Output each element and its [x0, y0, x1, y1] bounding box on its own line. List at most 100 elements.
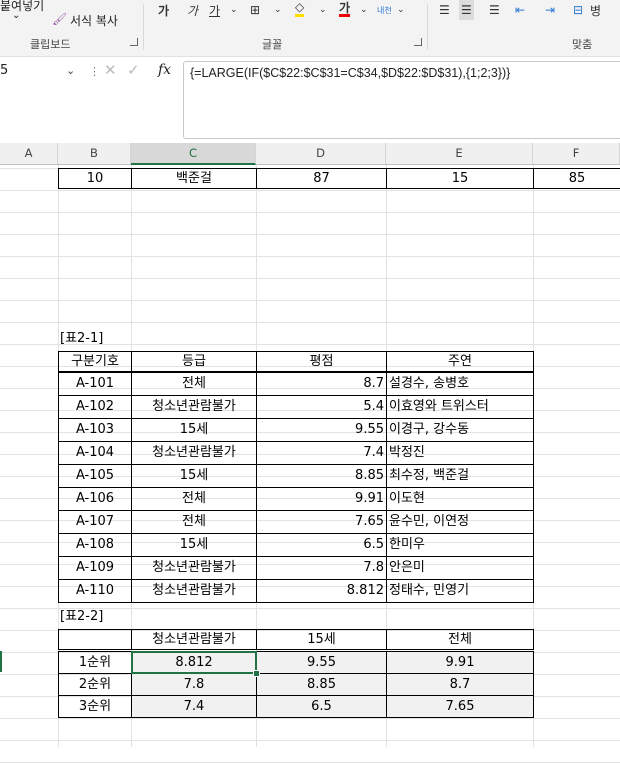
column-header-b[interactable]: B	[58, 143, 131, 164]
table2-cell-all[interactable]: 8.7	[386, 673, 534, 696]
table1-cell-cast[interactable]: 이도현	[386, 487, 534, 511]
table1-cell-cast[interactable]: 윤수민, 이연정	[386, 510, 534, 534]
paste-button[interactable]: 붙여넣기	[0, 0, 44, 14]
clipboard-launcher-icon[interactable]	[130, 38, 138, 46]
table2-cell-all[interactable]: 7.65	[386, 695, 534, 718]
font-color-dropdown-icon[interactable]: ⌄	[360, 0, 368, 20]
table1-cell-code[interactable]: A-107	[58, 510, 132, 534]
cell-f-top[interactable]: 85	[533, 168, 620, 189]
table1-cell-grade[interactable]: 청소년관람불가	[131, 441, 257, 465]
table2-header-all[interactable]: 전체	[386, 629, 534, 650]
table2-cell-rank[interactable]: 3순위	[58, 695, 132, 718]
table1-cell-code[interactable]: A-105	[58, 464, 132, 488]
align-left-icon[interactable]: ☰	[439, 0, 450, 20]
table2-cell-adult[interactable]: 7.4	[131, 695, 257, 718]
table1-cell-code[interactable]: A-106	[58, 487, 132, 511]
enter-icon[interactable]: ✓	[127, 61, 140, 79]
table1-cell-grade[interactable]: 15세	[131, 464, 257, 488]
phonetic-button[interactable]: 내천	[377, 0, 392, 20]
font-launcher-icon[interactable]	[414, 38, 422, 46]
table2-cell-all[interactable]: 9.91	[386, 651, 534, 674]
increase-indent-icon[interactable]: ⇥	[545, 0, 555, 20]
table1-cell-rating[interactable]: 8.812	[256, 579, 387, 603]
table1-cell-rating[interactable]: 5.4	[256, 395, 387, 419]
table1-cell-rating[interactable]: 7.65	[256, 510, 387, 534]
table1-cell-code[interactable]: A-102	[58, 395, 132, 419]
table1-cell-rating[interactable]: 8.7	[256, 372, 387, 396]
table1-cell-cast[interactable]: 설경수, 송병호	[386, 372, 534, 396]
more-options-icon[interactable]: ⋮	[89, 65, 100, 78]
table1-cell-cast[interactable]: 이경구, 강수동	[386, 418, 534, 442]
column-header-c[interactable]: C	[131, 143, 256, 165]
cancel-icon[interactable]: ✕	[104, 61, 117, 79]
border-icon[interactable]: ⊞	[250, 0, 260, 20]
table1-cell-rating[interactable]: 7.4	[256, 441, 387, 465]
table1-cell-code[interactable]: A-110	[58, 579, 132, 603]
table2-cell-adult[interactable]: 7.8	[131, 673, 257, 696]
merge-center-button[interactable]: 병	[590, 0, 601, 20]
bold-button[interactable]: 가	[158, 0, 169, 20]
table2-cell-adult[interactable]: 8.812	[131, 651, 257, 674]
table1-cell-rating[interactable]: 9.91	[256, 487, 387, 511]
column-header-f[interactable]: F	[533, 143, 620, 164]
table1-cell-cast[interactable]: 박정진	[386, 441, 534, 465]
table1-cell-grade[interactable]: 15세	[131, 533, 257, 557]
table2-header-blank[interactable]	[58, 629, 132, 650]
table1-cell-rating[interactable]: 9.55	[256, 418, 387, 442]
underline-dropdown-icon[interactable]: ⌄	[230, 0, 238, 20]
table2-header-15[interactable]: 15세	[256, 629, 387, 650]
table1-cell-grade[interactable]: 15세	[131, 418, 257, 442]
table1-cell-rating[interactable]: 6.5	[256, 533, 387, 557]
table1-cell-code[interactable]: A-104	[58, 441, 132, 465]
table1-cell-cast[interactable]: 이효영와 트위스터	[386, 395, 534, 419]
table2-cell-rank[interactable]: 2순위	[58, 673, 132, 696]
table1-cell-code[interactable]: A-109	[58, 556, 132, 580]
cell-c-top[interactable]: 백준걸	[131, 168, 257, 189]
decrease-indent-icon[interactable]: ⇤	[515, 0, 525, 20]
cell-d-top[interactable]: 87	[256, 168, 387, 189]
table1-cell-cast[interactable]: 안은미	[386, 556, 534, 580]
table1-cell-grade[interactable]: 전체	[131, 487, 257, 511]
table1-cell-grade[interactable]: 청소년관람불가	[131, 395, 257, 419]
table1-cell-grade[interactable]: 전체	[131, 510, 257, 534]
table2-cell-15[interactable]: 6.5	[256, 695, 387, 718]
column-header-e[interactable]: E	[386, 143, 533, 164]
fill-color-dropdown-icon[interactable]: ⌄	[319, 0, 327, 20]
table1-cell-rating[interactable]: 8.85	[256, 464, 387, 488]
insert-function-button[interactable]: fx	[158, 62, 171, 78]
font-color-button[interactable]: 가	[339, 0, 351, 17]
phonetic-dropdown-icon[interactable]: ⌄	[397, 0, 405, 20]
table1-cell-cast[interactable]: 한미우	[386, 533, 534, 557]
table1-cell-rating[interactable]: 7.8	[256, 556, 387, 580]
table1-header-code[interactable]: 구분기호	[58, 351, 132, 372]
table1-cell-cast[interactable]: 최수정, 백준걸	[386, 464, 534, 488]
align-right-icon[interactable]: ☰	[489, 0, 500, 20]
table1-cell-grade[interactable]: 청소년관람불가	[131, 556, 257, 580]
table1-caption[interactable]: [표2-1]	[58, 329, 138, 350]
worksheet-grid[interactable]: 10 백준걸 87 15 85 [표2-1] 구분기호 등급 평점 주연 A-1…	[0, 165, 620, 763]
table2-cell-15[interactable]: 9.55	[256, 651, 387, 674]
cell-b-top[interactable]: 10	[58, 168, 132, 189]
column-header-d[interactable]: D	[256, 143, 386, 164]
align-center-icon[interactable]: ☰	[459, 0, 474, 20]
fill-handle[interactable]	[253, 670, 260, 677]
table2-cell-15[interactable]: 8.85	[256, 673, 387, 696]
table1-header-rating[interactable]: 평점	[256, 351, 387, 372]
table1-cell-grade[interactable]: 전체	[131, 372, 257, 396]
cell-e-top[interactable]: 15	[386, 168, 534, 189]
column-header-a[interactable]: A	[0, 143, 58, 164]
paste-dropdown-chevron-icon[interactable]: ⌄	[12, 10, 20, 21]
table1-header-cast[interactable]: 주연	[386, 351, 534, 372]
name-box-dropdown-icon[interactable]: ⌄	[66, 64, 75, 77]
table1-cell-code[interactable]: A-101	[58, 372, 132, 396]
fill-color-icon[interactable]: ◇	[295, 0, 305, 17]
table1-cell-cast[interactable]: 정태수, 민영기	[386, 579, 534, 603]
format-painter-button[interactable]: 서식 복사	[70, 12, 118, 29]
formula-input[interactable]: {=LARGE(IF($C$22:$C$31=C$34,$D$22:$D$31)…	[183, 61, 620, 139]
table1-header-grade[interactable]: 등급	[131, 351, 257, 372]
border-dropdown-icon[interactable]: ⌄	[274, 0, 282, 20]
format-painter-icon[interactable]: 🖌	[52, 12, 67, 26]
table1-cell-grade[interactable]: 청소년관람불가	[131, 579, 257, 603]
table1-cell-code[interactable]: A-108	[58, 533, 132, 557]
table1-cell-code[interactable]: A-103	[58, 418, 132, 442]
